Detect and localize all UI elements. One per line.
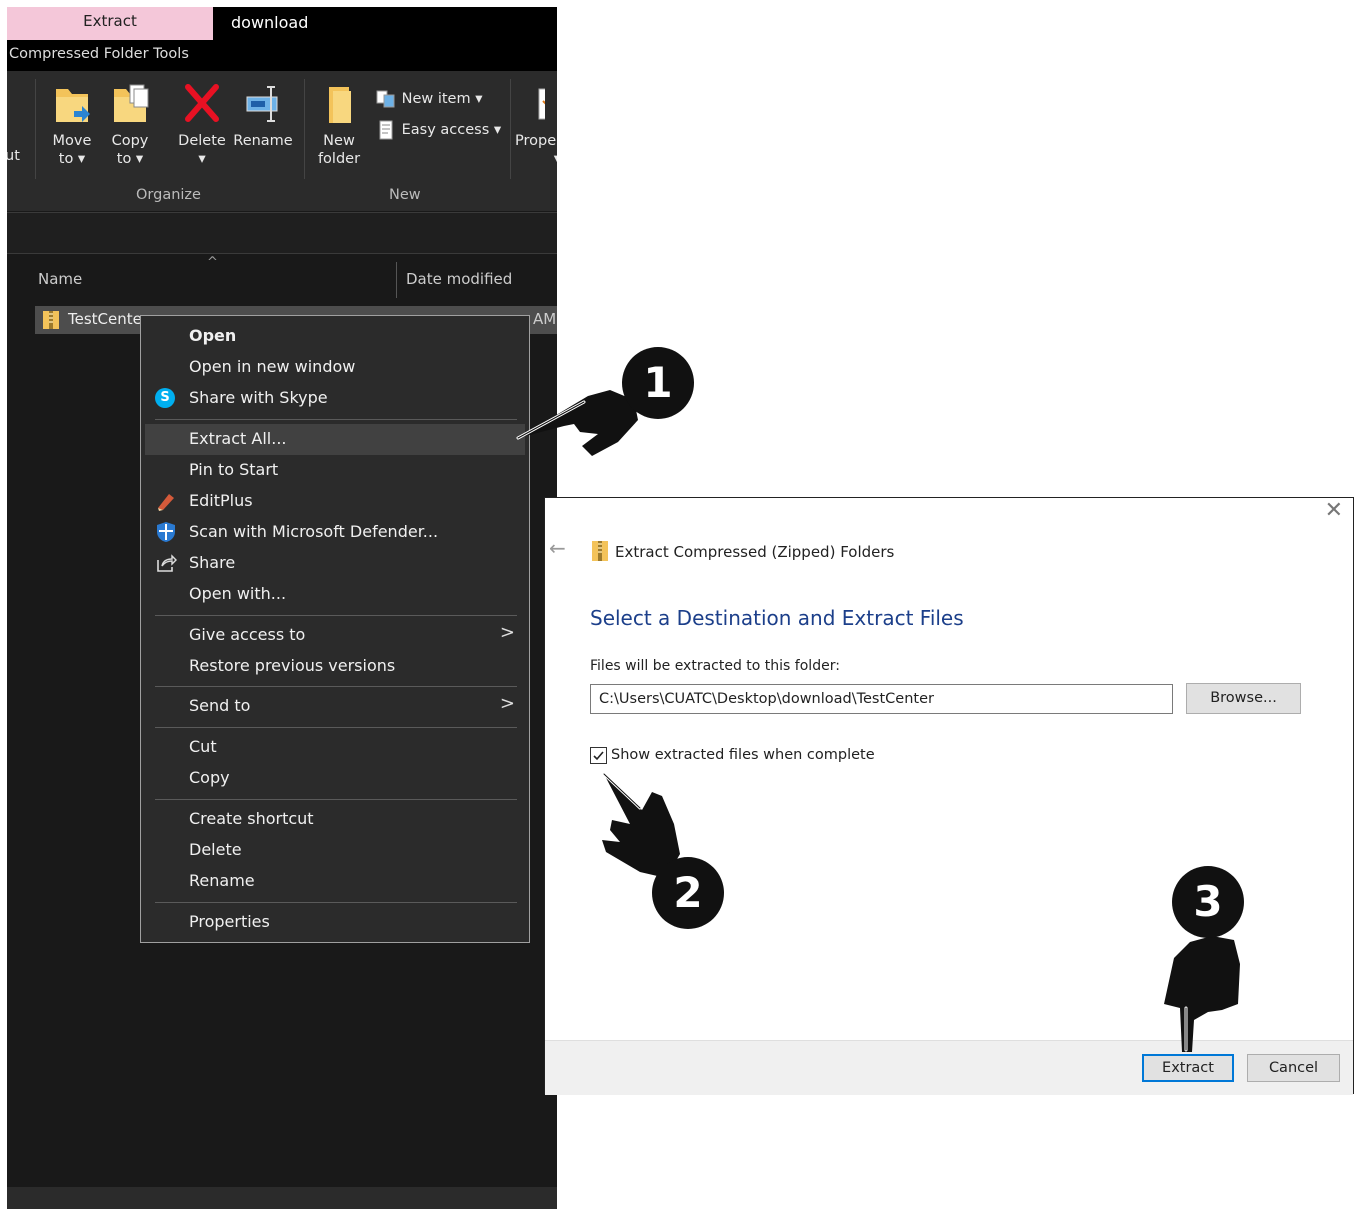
file-date-partial: AM — [533, 310, 557, 328]
menu-separator — [155, 615, 517, 616]
zip-folder-icon — [592, 541, 608, 561]
extract-button[interactable]: Extract — [1142, 1054, 1234, 1082]
tab-extract[interactable]: Extract — [7, 7, 213, 40]
menu-item-extract-all[interactable]: Extract All... — [189, 429, 286, 448]
menu-item-delete[interactable]: Delete — [189, 840, 242, 859]
browse-button[interactable]: Browse... — [1186, 683, 1301, 714]
step-1-badge: 1 — [622, 347, 694, 419]
copy-to-button[interactable]: Copy to ▾ — [105, 81, 155, 168]
back-arrow-icon[interactable]: ← — [549, 536, 566, 560]
menu-item-pin-to-start[interactable]: Pin to Start — [189, 460, 278, 479]
menu-item-give-access[interactable]: Give access to — [189, 625, 305, 644]
menu-item-editplus[interactable]: EditPlus — [189, 491, 253, 510]
copy-to-label-1: Copy — [111, 133, 149, 149]
delete-x-icon — [185, 84, 219, 122]
close-icon[interactable]: ✕ — [1325, 498, 1343, 523]
defender-shield-icon — [157, 522, 175, 542]
menu-item-properties[interactable]: Properties — [189, 912, 270, 931]
menu-separator — [155, 419, 517, 420]
chevron-right-icon: > — [499, 693, 515, 714]
dialog-title: Extract Compressed (Zipped) Folders — [615, 543, 895, 561]
properties-icon — [538, 88, 556, 120]
menu-item-open-with[interactable]: Open with... — [189, 584, 286, 603]
menu-item-open[interactable]: Open — [189, 326, 236, 345]
ribbon: ut Move to ▾ Copy to ▾ Delete ▾ Rename N… — [7, 71, 557, 211]
delete-button[interactable]: Delete ▾ — [172, 81, 232, 168]
sort-ascending-icon: ^ — [207, 255, 218, 270]
destination-label: Files will be extracted to this folder: — [590, 658, 840, 674]
menu-item-restore-versions[interactable]: Restore previous versions — [189, 656, 395, 675]
menu-item-send-to[interactable]: Send to — [189, 696, 250, 715]
show-files-checkbox[interactable] — [590, 747, 607, 764]
column-header-name[interactable]: Name — [38, 270, 82, 288]
copy-to-label-2: to ▾ — [116, 151, 144, 167]
ribbon-divider — [304, 79, 305, 179]
new-folder-label-2: folder — [317, 151, 361, 167]
menu-item-share-skype[interactable]: Share with Skype — [189, 388, 328, 407]
new-folder-icon — [329, 87, 351, 123]
checkmark-icon — [593, 751, 604, 761]
delete-label: Delete — [178, 133, 226, 149]
rename-icon — [246, 86, 278, 122]
column-header-date-modified[interactable]: Date modified — [406, 270, 512, 288]
menu-item-rename[interactable]: Rename — [189, 871, 255, 890]
new-item-label: New item ▾ — [401, 91, 483, 107]
properties-button-partial[interactable]: Prope ▾ — [515, 81, 557, 168]
context-tab-label: Compressed Folder Tools — [9, 46, 189, 62]
cut-button-partial[interactable]: ut — [7, 147, 20, 165]
menu-separator — [155, 686, 517, 687]
zip-folder-icon — [43, 311, 59, 329]
easy-access-label: Easy access ▾ — [401, 122, 502, 138]
new-item-button[interactable]: New item ▾ — [375, 89, 483, 109]
column-divider[interactable] — [396, 262, 397, 298]
step-2-badge: 2 — [652, 857, 724, 929]
move-to-label-1: Move — [52, 133, 92, 149]
rename-button[interactable]: Rename — [232, 81, 294, 150]
delete-dropdown-arrow[interactable]: ▾ — [172, 150, 232, 168]
chevron-right-icon: > — [499, 622, 515, 643]
address-bar-area[interactable] — [7, 212, 557, 254]
ribbon-divider — [35, 79, 36, 179]
menu-item-copy[interactable]: Copy — [189, 768, 230, 787]
dialog-heading: Select a Destination and Extract Files — [590, 606, 964, 630]
new-folder-label-1: New — [323, 133, 355, 149]
easy-access-icon — [379, 120, 393, 140]
cancel-button[interactable]: Cancel — [1247, 1054, 1340, 1082]
ribbon-tab-bar: Extract download Compressed Folder Tools — [7, 7, 557, 71]
new-item-icon — [376, 90, 395, 108]
menu-item-open-new-window[interactable]: Open in new window — [189, 357, 355, 376]
menu-item-cut[interactable]: Cut — [189, 737, 217, 756]
menu-item-share[interactable]: Share — [189, 553, 235, 572]
pointing-hand-icon — [1164, 936, 1240, 1052]
menu-separator — [155, 727, 517, 728]
rename-label: Rename — [233, 133, 293, 149]
menu-item-create-shortcut[interactable]: Create shortcut — [189, 809, 314, 828]
editplus-icon — [158, 494, 174, 511]
show-files-checkbox-label[interactable]: Show extracted files when complete — [611, 747, 875, 763]
skype-icon: S — [155, 388, 175, 408]
move-to-label-2: to ▾ — [58, 151, 86, 167]
easy-access-button[interactable]: Easy access ▾ — [375, 119, 501, 141]
window-title: download — [231, 13, 309, 32]
move-to-icon — [56, 89, 90, 122]
menu-item-scan-defender[interactable]: Scan with Microsoft Defender... — [189, 522, 438, 541]
file-name: TestCente — [68, 310, 142, 328]
ribbon-divider — [510, 79, 511, 179]
move-to-button[interactable]: Move to ▾ — [47, 81, 97, 168]
context-menu: Open Open in new window S Share with Sky… — [140, 315, 530, 943]
group-organize-label: Organize — [136, 187, 201, 203]
status-bar — [7, 1187, 557, 1209]
destination-path-input[interactable]: C:\Users\CUATC\Desktop\download\TestCent… — [590, 684, 1173, 714]
share-icon — [157, 554, 177, 572]
menu-separator — [155, 902, 517, 903]
copy-to-icon — [114, 84, 149, 122]
group-new-label: New — [389, 187, 421, 203]
properties-label-partial: Prope — [515, 133, 557, 149]
properties-dropdown-arrow[interactable]: ▾ — [515, 150, 557, 168]
menu-separator — [155, 799, 517, 800]
step-3-badge: 3 — [1172, 866, 1244, 938]
new-folder-button[interactable]: New folder — [313, 81, 365, 168]
